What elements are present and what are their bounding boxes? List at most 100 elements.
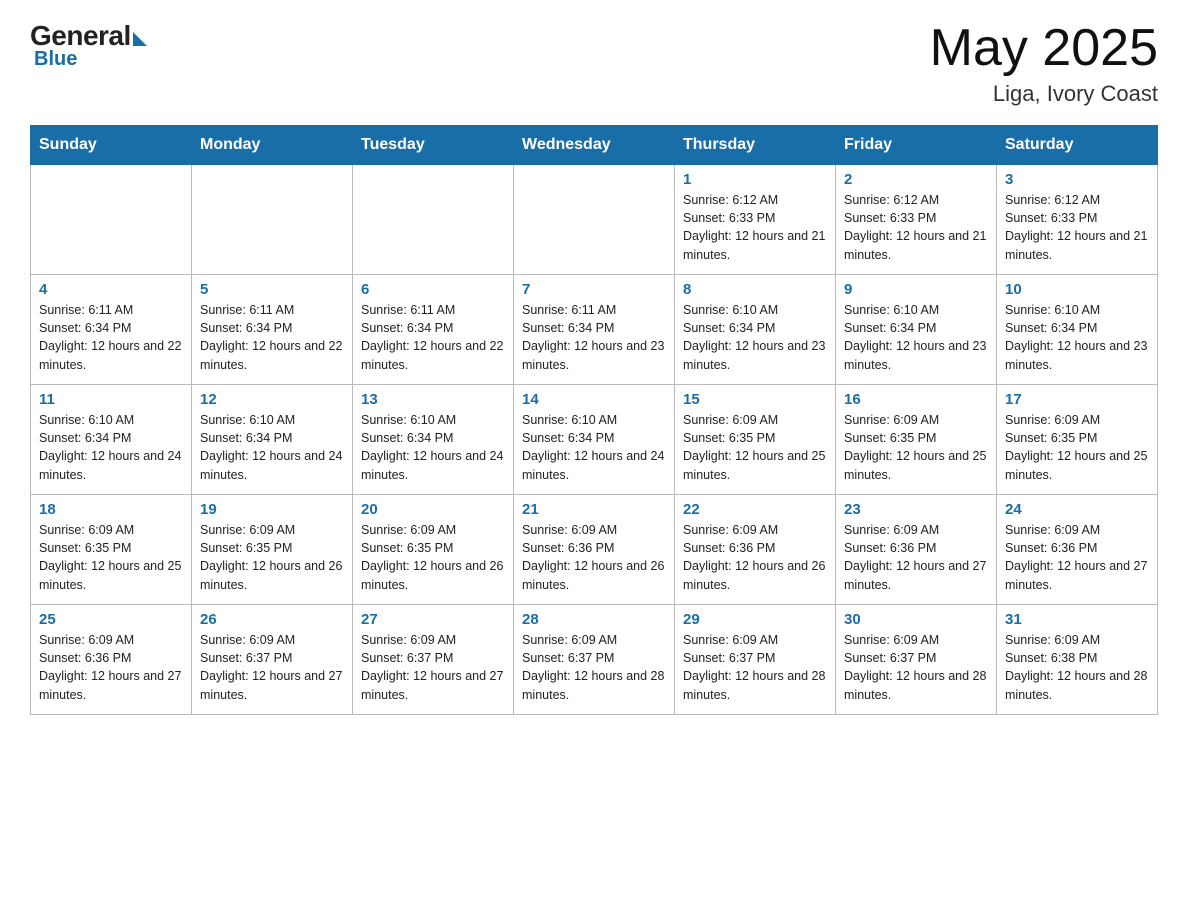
day-info: Sunrise: 6:09 AMSunset: 6:36 PMDaylight:… [844,521,988,594]
calendar-cell: 13Sunrise: 6:10 AMSunset: 6:34 PMDayligh… [353,385,514,495]
calendar-cell: 18 Sunrise: 6:09 AMSunset: 6:35 PMDayligh… [31,495,192,605]
calendar-cell: 15 Sunrise: 6:09 AMSunset: 6:35 PMDayligh… [675,385,836,495]
calendar-cell: 9 Sunrise: 6:10 AMSunset: 6:34 PMDaylight… [836,275,997,385]
weekday-header-tuesday: Tuesday [353,126,514,165]
day-info: Sunrise: 6:09 AMSunset: 6:37 PMDaylight:… [683,631,827,704]
day-number: 8 [683,281,827,298]
day-info: Sunrise: 6:09 AMSunset: 6:36 PMDaylight:… [1005,521,1149,594]
calendar-cell: 12 Sunrise: 6:10 AMSunset: 6:34 PMDayligh… [192,385,353,495]
day-info: Sunrise: 6:12 AMSunset: 6:33 PMDaylight:… [844,191,988,264]
calendar-cell: 5Sunrise: 6:11 AMSunset: 6:34 PMDaylight… [192,275,353,385]
day-number: 4 [39,281,183,298]
calendar-cell: 10Sunrise: 6:10 AMSunset: 6:34 PMDayligh… [997,275,1158,385]
calendar-cell [192,165,353,275]
day-info: Sunrise: 6:10 AMSunset: 6:34 PMDaylight:… [522,411,666,484]
logo-arrow-icon [133,32,147,46]
weekday-header-wednesday: Wednesday [514,126,675,165]
week-row-4: 18 Sunrise: 6:09 AMSunset: 6:35 PMDayligh… [31,495,1158,605]
logo-blue-text: Blue [34,48,77,71]
weekday-header-sunday: Sunday [31,126,192,165]
day-info: Sunrise: 6:09 AMSunset: 6:35 PMDaylight:… [683,411,827,484]
day-number: 5 [200,281,344,298]
day-info: Sunrise: 6:10 AMSunset: 6:34 PMDaylight:… [844,301,988,374]
day-info: Sunrise: 6:09 AMSunset: 6:37 PMDaylight:… [361,631,505,704]
day-number: 31 [1005,611,1149,628]
calendar-cell: 8 Sunrise: 6:10 AMSunset: 6:34 PMDaylight… [675,275,836,385]
day-number: 23 [844,501,988,518]
day-number: 19 [200,501,344,518]
calendar-cell: 17 Sunrise: 6:09 AMSunset: 6:35 PMDayligh… [997,385,1158,495]
calendar-cell: 26 Sunrise: 6:09 AMSunset: 6:37 PMDayligh… [192,605,353,715]
day-number: 1 [683,171,827,188]
day-info: Sunrise: 6:12 AMSunset: 6:33 PMDaylight:… [683,191,827,264]
day-number: 21 [522,501,666,518]
day-info: Sunrise: 6:09 AMSunset: 6:35 PMDaylight:… [361,521,505,594]
day-info: Sunrise: 6:10 AMSunset: 6:34 PMDaylight:… [200,411,344,484]
day-number: 14 [522,391,666,408]
weekday-header-friday: Friday [836,126,997,165]
weekday-header-thursday: Thursday [675,126,836,165]
day-info: Sunrise: 6:09 AMSunset: 6:36 PMDaylight:… [39,631,183,704]
calendar-cell: 1 Sunrise: 6:12 AMSunset: 6:33 PMDaylight… [675,165,836,275]
day-info: Sunrise: 6:09 AMSunset: 6:38 PMDaylight:… [1005,631,1149,704]
day-number: 15 [683,391,827,408]
day-info: Sunrise: 6:10 AMSunset: 6:34 PMDaylight:… [683,301,827,374]
calendar-cell: 20 Sunrise: 6:09 AMSunset: 6:35 PMDayligh… [353,495,514,605]
day-info: Sunrise: 6:09 AMSunset: 6:35 PMDaylight:… [1005,411,1149,484]
calendar-cell [514,165,675,275]
day-number: 12 [200,391,344,408]
calendar-cell: 31 Sunrise: 6:09 AMSunset: 6:38 PMDayligh… [997,605,1158,715]
day-number: 26 [200,611,344,628]
location-subtitle: Liga, Ivory Coast [930,81,1158,107]
day-number: 13 [361,391,505,408]
calendar-cell: 3 Sunrise: 6:12 AMSunset: 6:33 PMDaylight… [997,165,1158,275]
day-info: Sunrise: 6:09 AMSunset: 6:37 PMDaylight:… [200,631,344,704]
day-number: 24 [1005,501,1149,518]
week-row-1: 1 Sunrise: 6:12 AMSunset: 6:33 PMDaylight… [31,165,1158,275]
day-number: 18 [39,501,183,518]
calendar-cell: 21 Sunrise: 6:09 AMSunset: 6:36 PMDayligh… [514,495,675,605]
logo: General Blue [30,20,147,71]
week-row-5: 25Sunrise: 6:09 AMSunset: 6:36 PMDayligh… [31,605,1158,715]
day-number: 20 [361,501,505,518]
calendar-cell: 11 Sunrise: 6:10 AMSunset: 6:34 PMDayligh… [31,385,192,495]
day-info: Sunrise: 6:11 AMSunset: 6:34 PMDaylight:… [522,301,666,374]
day-info: Sunrise: 6:09 AMSunset: 6:35 PMDaylight:… [200,521,344,594]
calendar-cell: 4 Sunrise: 6:11 AMSunset: 6:34 PMDaylight… [31,275,192,385]
day-number: 10 [1005,281,1149,298]
day-number: 2 [844,171,988,188]
calendar-cell: 2 Sunrise: 6:12 AMSunset: 6:33 PMDaylight… [836,165,997,275]
calendar-cell: 6Sunrise: 6:11 AMSunset: 6:34 PMDaylight… [353,275,514,385]
day-number: 16 [844,391,988,408]
calendar-cell [353,165,514,275]
weekday-header-row: SundayMondayTuesdayWednesdayThursdayFrid… [31,126,1158,165]
day-number: 11 [39,391,183,408]
day-number: 17 [1005,391,1149,408]
calendar-table: SundayMondayTuesdayWednesdayThursdayFrid… [30,125,1158,715]
day-number: 9 [844,281,988,298]
calendar-cell: 24 Sunrise: 6:09 AMSunset: 6:36 PMDayligh… [997,495,1158,605]
day-info: Sunrise: 6:10 AMSunset: 6:34 PMDaylight:… [39,411,183,484]
day-number: 6 [361,281,505,298]
calendar-cell: 30Sunrise: 6:09 AMSunset: 6:37 PMDayligh… [836,605,997,715]
calendar-cell: 28Sunrise: 6:09 AMSunset: 6:37 PMDayligh… [514,605,675,715]
day-number: 3 [1005,171,1149,188]
calendar-cell: 27Sunrise: 6:09 AMSunset: 6:37 PMDayligh… [353,605,514,715]
calendar-cell: 29 Sunrise: 6:09 AMSunset: 6:37 PMDayligh… [675,605,836,715]
day-number: 7 [522,281,666,298]
calendar-cell: 14 Sunrise: 6:10 AMSunset: 6:34 PMDayligh… [514,385,675,495]
calendar-cell: 23 Sunrise: 6:09 AMSunset: 6:36 PMDayligh… [836,495,997,605]
day-info: Sunrise: 6:09 AMSunset: 6:36 PMDaylight:… [522,521,666,594]
calendar-cell: 19 Sunrise: 6:09 AMSunset: 6:35 PMDayligh… [192,495,353,605]
day-number: 29 [683,611,827,628]
day-info: Sunrise: 6:09 AMSunset: 6:35 PMDaylight:… [39,521,183,594]
day-info: Sunrise: 6:09 AMSunset: 6:36 PMDaylight:… [683,521,827,594]
calendar-cell [31,165,192,275]
weekday-header-monday: Monday [192,126,353,165]
weekday-header-saturday: Saturday [997,126,1158,165]
week-row-3: 11 Sunrise: 6:10 AMSunset: 6:34 PMDayligh… [31,385,1158,495]
day-info: Sunrise: 6:09 AMSunset: 6:37 PMDaylight:… [844,631,988,704]
day-info: Sunrise: 6:11 AMSunset: 6:34 PMDaylight:… [39,301,183,374]
week-row-2: 4 Sunrise: 6:11 AMSunset: 6:34 PMDaylight… [31,275,1158,385]
day-info: Sunrise: 6:12 AMSunset: 6:33 PMDaylight:… [1005,191,1149,264]
